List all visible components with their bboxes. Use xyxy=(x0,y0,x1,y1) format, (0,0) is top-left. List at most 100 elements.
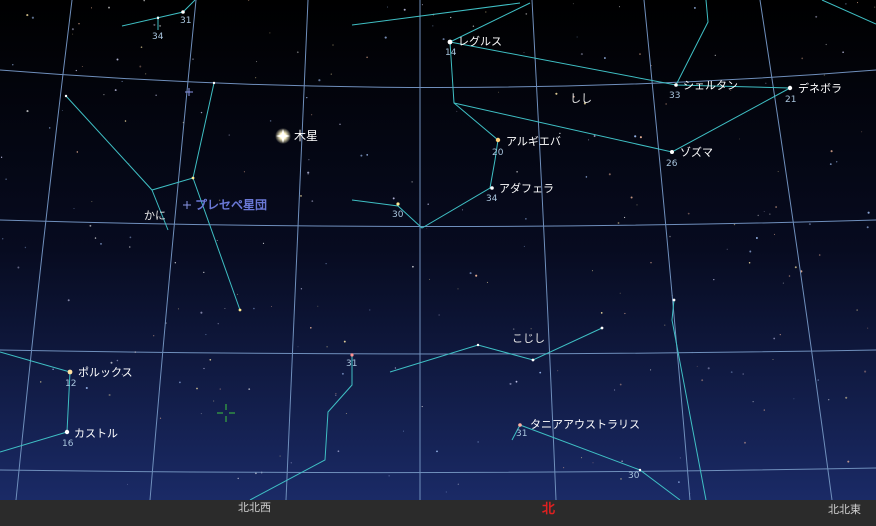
background-star xyxy=(687,212,690,215)
background-star xyxy=(343,340,346,343)
background-star xyxy=(744,441,746,444)
star-chart[interactable]: 木星 プレセペ星団 しし かに こじし レグルス 14 シェルタン 33 デネボ… xyxy=(0,0,876,526)
background-star xyxy=(337,450,340,453)
star-shertan-label: シェルタン xyxy=(683,79,738,92)
background-star xyxy=(557,370,559,372)
background-star xyxy=(788,275,791,277)
background-star xyxy=(845,396,848,399)
background-star xyxy=(794,266,797,269)
background-star xyxy=(714,54,716,56)
background-star xyxy=(738,138,740,140)
background-star xyxy=(203,271,205,274)
background-star xyxy=(763,211,765,212)
background-star xyxy=(213,400,215,402)
background-star xyxy=(0,156,3,158)
background-star xyxy=(457,483,459,485)
background-star xyxy=(432,25,434,27)
magnitude-label: 31 xyxy=(346,359,357,369)
background-star xyxy=(619,292,621,294)
background-star xyxy=(630,196,633,199)
star-leo-minor xyxy=(600,326,604,330)
star-denebola[interactable] xyxy=(787,85,793,91)
background-star xyxy=(67,299,70,302)
background-star xyxy=(345,412,347,415)
planet-jupiter[interactable]: 木星 xyxy=(275,128,318,144)
direction-north-label: 北 xyxy=(542,502,555,517)
background-star xyxy=(693,6,696,9)
background-star xyxy=(209,358,212,361)
star-pollux[interactable] xyxy=(67,369,73,375)
background-star xyxy=(823,74,826,76)
star-adhafera-label: アダフェラ xyxy=(499,181,554,195)
background-star xyxy=(203,367,205,370)
background-star xyxy=(752,401,754,403)
star-castor[interactable] xyxy=(64,429,70,435)
background-star xyxy=(817,379,819,381)
background-star xyxy=(472,25,475,27)
background-star xyxy=(387,6,388,8)
background-star xyxy=(75,69,77,72)
background-star xyxy=(650,261,652,264)
background-star xyxy=(509,382,512,385)
background-star xyxy=(317,305,319,307)
background-star xyxy=(498,91,499,93)
background-star xyxy=(159,24,162,27)
background-star xyxy=(530,328,532,330)
background-star xyxy=(581,457,583,459)
background-star xyxy=(603,57,606,59)
star-denebola-mag: 21 xyxy=(785,95,796,105)
background-star xyxy=(360,154,363,157)
background-star xyxy=(243,171,245,173)
star-adhafera[interactable] xyxy=(490,186,494,190)
background-star xyxy=(801,57,804,60)
background-star xyxy=(515,380,518,383)
background-star xyxy=(576,36,578,38)
background-star xyxy=(253,307,255,310)
background-star xyxy=(89,224,92,227)
constellation-cancer-label: かに xyxy=(144,209,166,222)
background-star xyxy=(669,235,671,238)
background-star xyxy=(639,53,641,56)
magnitude-label: 31 xyxy=(180,16,191,26)
background-star xyxy=(462,209,464,211)
star-regulus[interactable] xyxy=(447,39,453,45)
background-star xyxy=(742,373,744,375)
background-star xyxy=(369,309,371,311)
background-star xyxy=(17,266,20,269)
background-star xyxy=(332,44,334,46)
background-star xyxy=(763,409,765,411)
background-star xyxy=(26,110,29,113)
background-star xyxy=(793,398,795,400)
background-star xyxy=(835,161,838,163)
background-star xyxy=(624,312,626,315)
background-star xyxy=(438,314,440,316)
background-star xyxy=(85,386,88,390)
cluster-praesepe[interactable]: プレセペ星団 xyxy=(183,197,267,212)
star-pollux-label: ポルックス xyxy=(78,366,133,379)
star-cancer xyxy=(212,81,216,85)
star-tania-mag: 31 xyxy=(516,429,527,439)
background-star xyxy=(845,3,847,5)
background-star xyxy=(61,109,63,112)
background-star xyxy=(145,73,147,75)
star-tania[interactable] xyxy=(518,423,522,427)
background-star xyxy=(108,393,111,397)
background-star xyxy=(129,236,132,239)
horizon-bar xyxy=(0,500,876,526)
background-star xyxy=(159,417,162,419)
background-star xyxy=(300,288,303,290)
star-pollux-mag: 12 xyxy=(65,379,76,389)
background-star xyxy=(619,383,622,386)
background-star xyxy=(121,80,123,82)
star-algieba[interactable] xyxy=(495,137,501,143)
background-star xyxy=(457,288,459,290)
star-algieba-label: アルギエバ xyxy=(506,135,561,148)
star-shertan[interactable] xyxy=(674,83,678,87)
background-star xyxy=(139,65,142,68)
star-zosma[interactable] xyxy=(670,150,674,154)
background-star xyxy=(485,11,487,13)
background-star xyxy=(78,23,80,25)
background-star xyxy=(555,92,558,95)
background-star xyxy=(196,387,198,390)
background-star xyxy=(228,134,230,136)
